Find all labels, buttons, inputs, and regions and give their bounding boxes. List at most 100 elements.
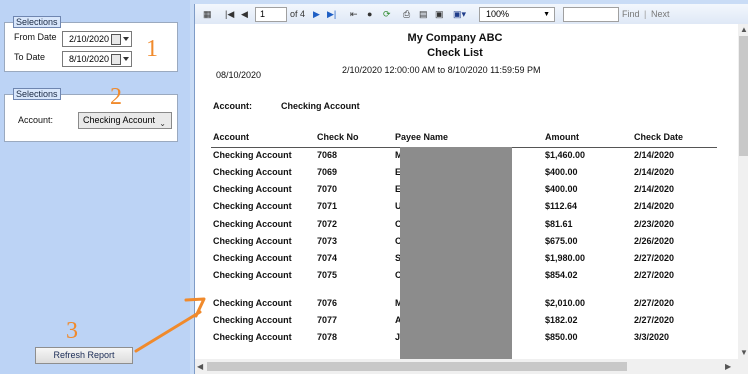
- refresh-report-button[interactable]: Refresh Report: [35, 347, 133, 364]
- cell-date: 2/27/2020: [634, 315, 675, 325]
- account-select-value: Checking Account: [83, 115, 156, 125]
- column-header-check-date: Check Date: [634, 132, 684, 142]
- next-link[interactable]: Next: [651, 8, 670, 20]
- page-setup-icon[interactable]: ▣: [435, 8, 444, 20]
- first-page-icon[interactable]: |◀: [225, 8, 234, 20]
- account-label: Account:: [18, 115, 54, 125]
- cell-amount: $850.00: [545, 332, 578, 342]
- cell-check-no: 7073: [317, 236, 338, 246]
- page-number-input[interactable]: 1: [255, 7, 287, 22]
- parameters-panel: Selections From Date 2/10/2020 To Date 8…: [0, 0, 190, 374]
- chevron-down-icon[interactable]: [123, 37, 129, 41]
- account-selections-group: Selections Account: Checking Account ⌄: [4, 88, 178, 142]
- cell-date: 2/14/2020: [634, 150, 675, 160]
- cell-amount: $112.64: [545, 201, 578, 211]
- cell-date: 2/14/2020: [634, 167, 675, 177]
- cell-date: 2/27/2020: [634, 270, 675, 280]
- cell-account: Checking Account: [213, 167, 292, 177]
- cell-amount: $400.00: [545, 167, 578, 177]
- from-date-value: 2/10/2020: [69, 34, 110, 44]
- cell-date: 2/27/2020: [634, 253, 675, 263]
- toolbar-separator: |: [644, 9, 647, 19]
- date-range: 2/10/2020 12:00:00 AM to 8/10/2020 11:59…: [342, 65, 541, 75]
- cell-account: Checking Account: [213, 236, 292, 246]
- column-header-payee: Payee Name: [395, 132, 449, 142]
- back-icon[interactable]: ⇤: [350, 8, 358, 20]
- cell-account: Checking Account: [213, 270, 292, 280]
- cell-check-no: 7070: [317, 184, 338, 194]
- run-date: 08/10/2020: [216, 70, 262, 80]
- cell-account: Checking Account: [213, 253, 292, 263]
- cell-amount: $81.61: [545, 219, 573, 229]
- cell-check-no: 7075: [317, 270, 338, 280]
- scroll-thumb[interactable]: [207, 362, 627, 371]
- cell-amount: $400.00: [545, 184, 578, 194]
- company-name: My Company ABC: [407, 32, 503, 44]
- chevron-down-icon[interactable]: [123, 57, 129, 61]
- calendar-icon[interactable]: [111, 54, 121, 65]
- from-date-picker[interactable]: 2/10/2020: [62, 31, 132, 47]
- zoom-value: 100%: [486, 9, 510, 19]
- vertical-scrollbar[interactable]: ▲ ▼: [738, 24, 748, 359]
- cell-check-no: 7069: [317, 167, 338, 177]
- report-viewer: ▦ |◀ ◀ 1 of 4 ▶ ▶| ⇤ ● ⟳ ⎙ ▤ ▣ ▣▾ 100% ▼…: [194, 4, 748, 374]
- report-toolbar: ▦ |◀ ◀ 1 of 4 ▶ ▶| ⇤ ● ⟳ ⎙ ▤ ▣ ▣▾ 100% ▼…: [195, 4, 748, 25]
- cell-amount: $1,980.00: [545, 253, 586, 263]
- to-date-label: To Date: [14, 52, 46, 62]
- cell-account: Checking Account: [213, 315, 292, 325]
- calendar-icon[interactable]: [111, 34, 121, 45]
- scroll-right-icon[interactable]: ▶: [725, 362, 731, 371]
- chevron-down-icon[interactable]: ⌄: [159, 116, 166, 131]
- document-map-icon[interactable]: ▦: [203, 8, 212, 20]
- account-header-label: Account:: [213, 101, 252, 111]
- find-input[interactable]: [563, 7, 619, 22]
- cell-account: Checking Account: [213, 184, 292, 194]
- column-header-account: Account: [213, 132, 249, 142]
- cell-account: Checking Account: [213, 332, 292, 342]
- cell-date: 2/14/2020: [634, 201, 675, 211]
- prev-page-icon[interactable]: ◀: [241, 8, 248, 20]
- cell-account: Checking Account: [213, 219, 292, 229]
- cell-check-no: 7071: [317, 201, 338, 211]
- cell-check-no: 7077: [317, 315, 338, 325]
- stop-icon[interactable]: ●: [367, 8, 372, 20]
- print-icon[interactable]: ⎙: [403, 8, 410, 20]
- next-page-icon[interactable]: ▶: [313, 8, 320, 20]
- last-page-icon[interactable]: ▶|: [327, 8, 336, 20]
- report-title: Check List: [427, 47, 483, 59]
- cell-account: Checking Account: [213, 201, 292, 211]
- cell-amount: $2,010.00: [545, 298, 586, 308]
- column-header-amount: Amount: [545, 132, 579, 142]
- zoom-select[interactable]: 100% ▼: [479, 7, 555, 22]
- scroll-down-icon[interactable]: ▼: [740, 348, 748, 357]
- cell-account: Checking Account: [213, 298, 292, 308]
- find-link[interactable]: Find: [622, 8, 640, 20]
- export-icon[interactable]: ▣▾: [453, 8, 466, 20]
- scroll-left-icon[interactable]: ◀: [197, 362, 203, 371]
- scroll-thumb[interactable]: [739, 36, 748, 156]
- scroll-up-icon[interactable]: ▲: [740, 25, 748, 34]
- print-layout-icon[interactable]: ▤: [419, 8, 428, 20]
- annotation-number-3: 3: [66, 318, 78, 344]
- cell-check-no: 7068: [317, 150, 338, 160]
- refresh-icon[interactable]: ⟳: [383, 8, 391, 20]
- cell-check-no: 7074: [317, 253, 338, 263]
- page-number-value: 1: [260, 9, 266, 19]
- cell-check-no: 7078: [317, 332, 338, 342]
- to-date-picker[interactable]: 8/10/2020: [62, 51, 132, 67]
- chevron-down-icon[interactable]: ▼: [543, 8, 550, 21]
- horizontal-scrollbar[interactable]: ◀ ▶: [195, 359, 748, 374]
- cell-amount: $854.02: [545, 270, 578, 280]
- cell-amount: $1,460.00: [545, 150, 586, 160]
- cell-check-no: 7076: [317, 298, 338, 308]
- cell-date: 2/14/2020: [634, 184, 675, 194]
- to-date-value: 8/10/2020: [69, 54, 110, 64]
- report-page: My Company ABC Check List 2/10/2020 12:0…: [195, 24, 738, 359]
- account-header-value: Checking Account: [281, 101, 360, 111]
- cell-date: 2/27/2020: [634, 298, 675, 308]
- account-select[interactable]: Checking Account ⌄: [78, 112, 172, 129]
- group-title: Selections: [13, 16, 61, 28]
- cell-date: 2/23/2020: [634, 219, 675, 229]
- cell-date: 2/26/2020: [634, 236, 675, 246]
- redaction-block: [400, 147, 512, 359]
